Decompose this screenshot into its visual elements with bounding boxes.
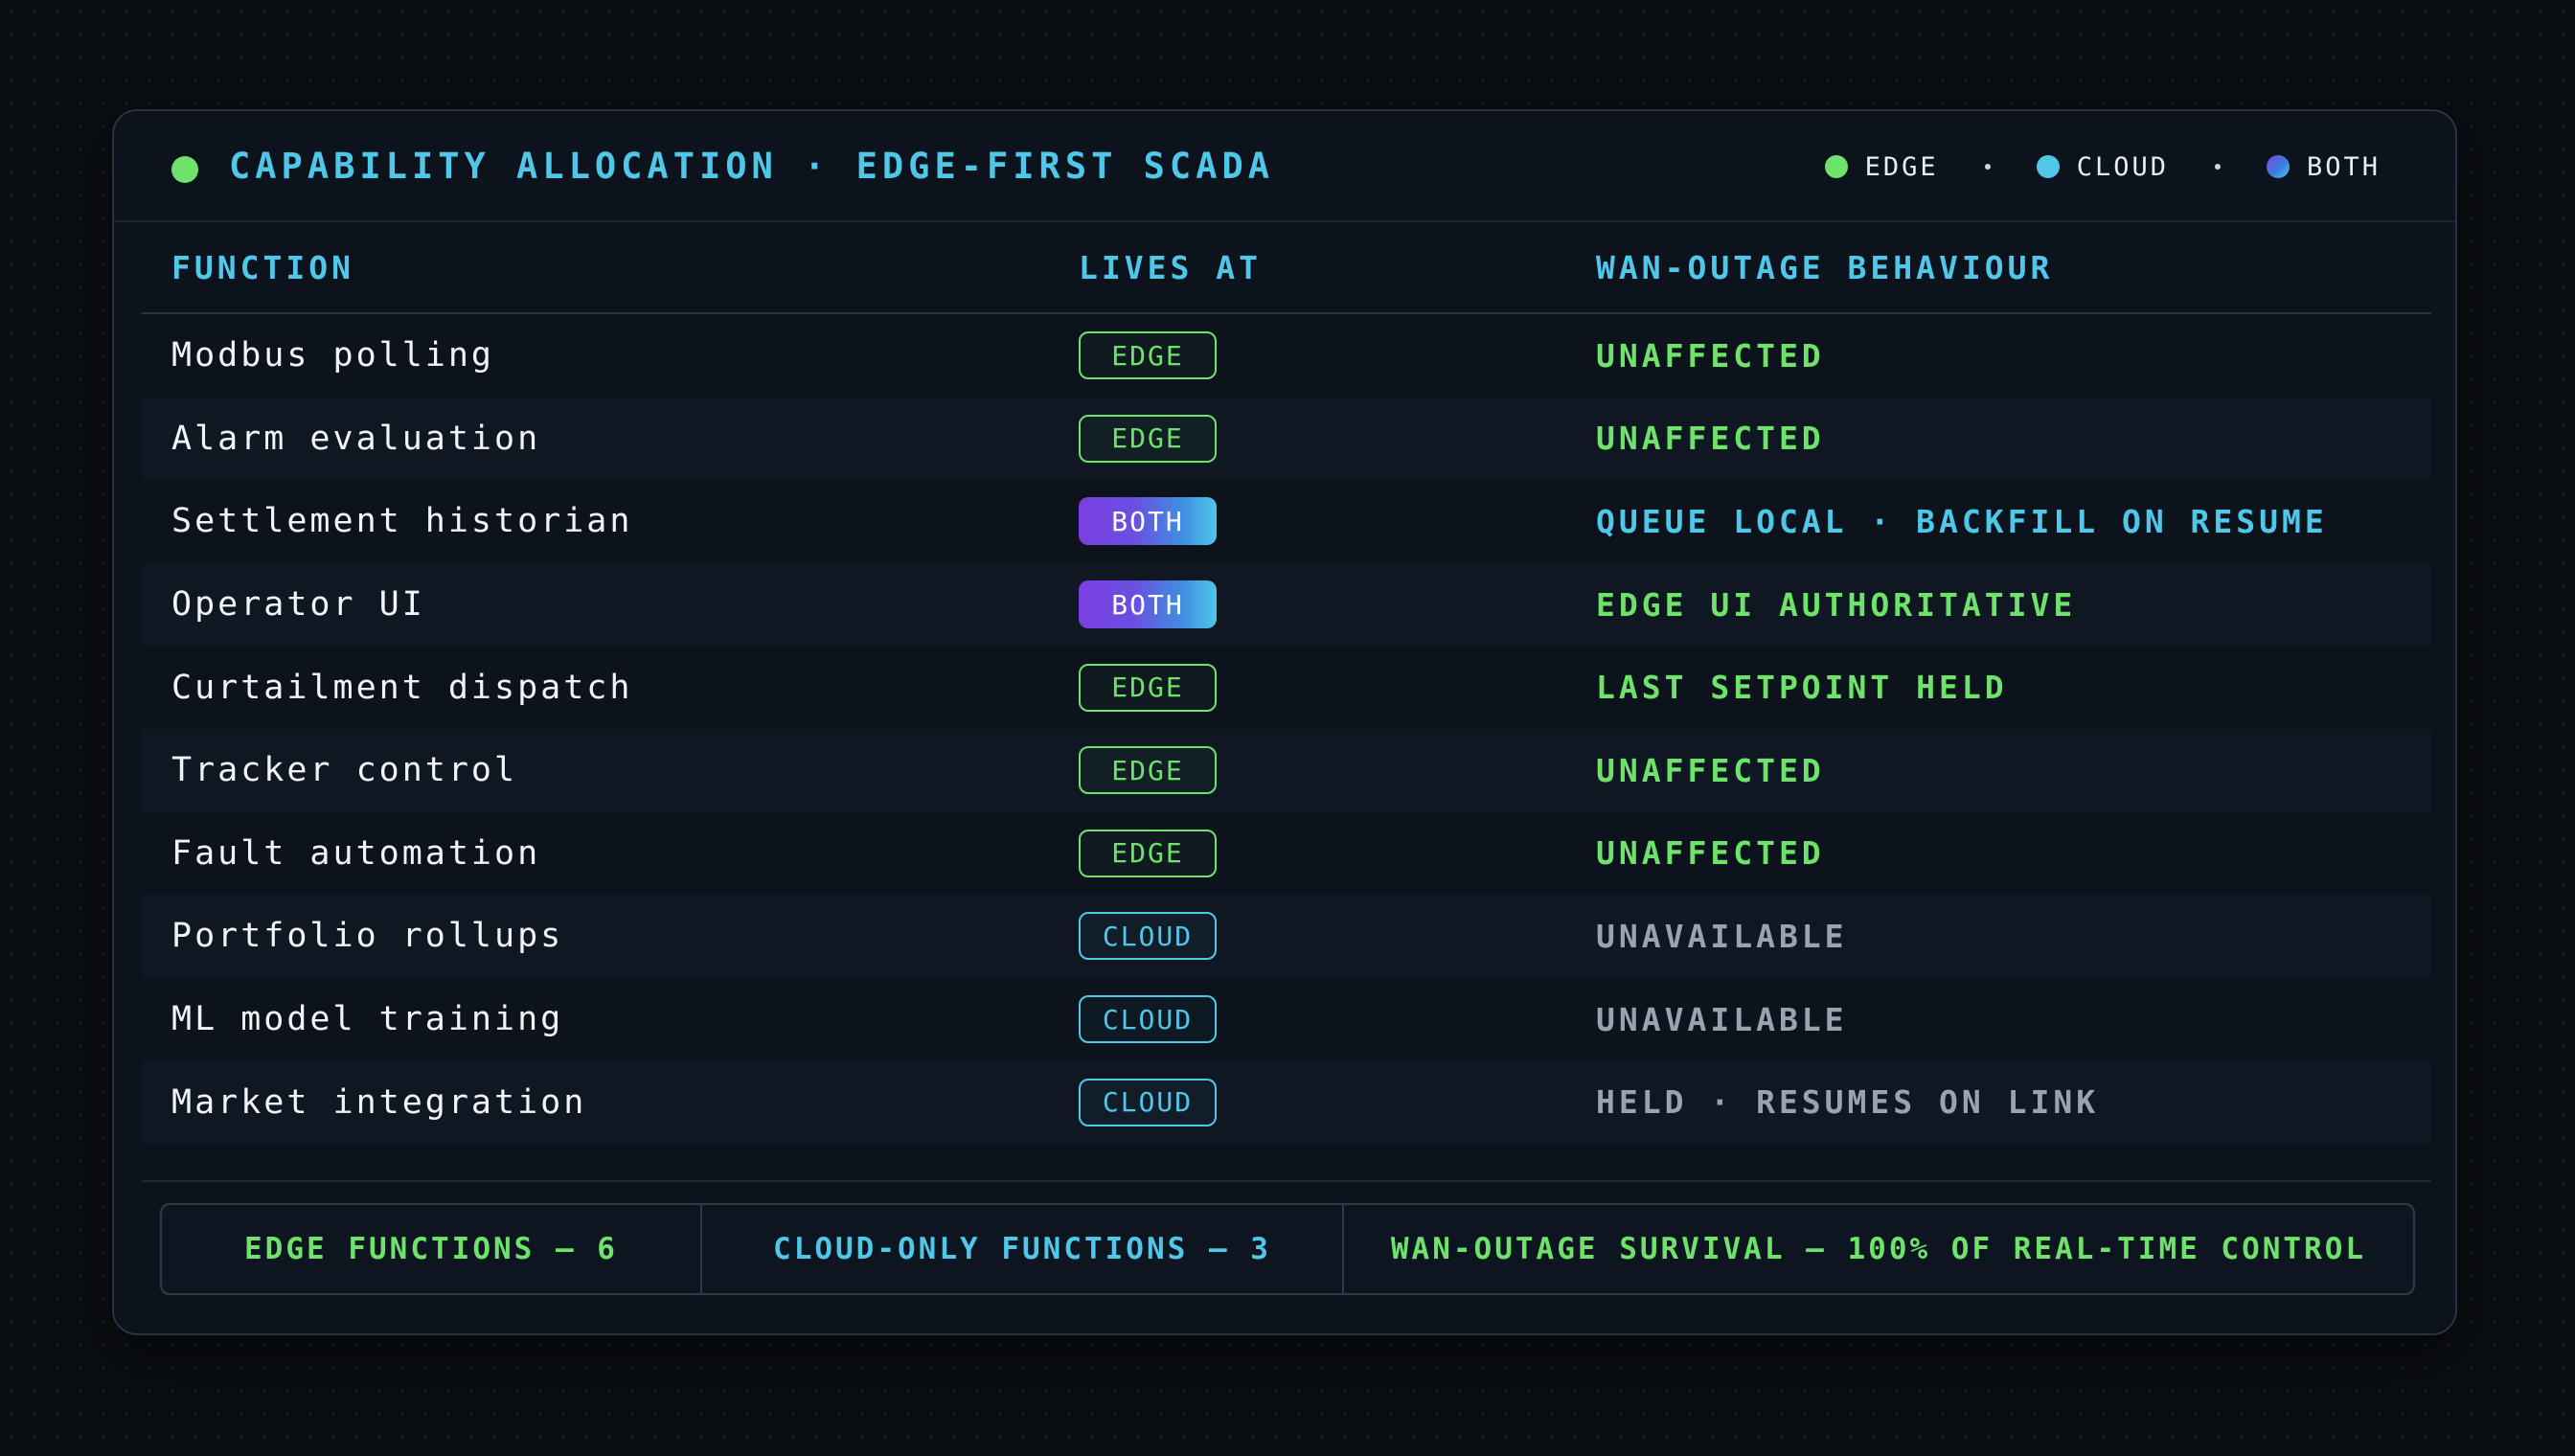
function-name: Fault automation bbox=[171, 833, 541, 873]
footer-divider bbox=[142, 1180, 2431, 1182]
status-dot-icon bbox=[171, 156, 198, 183]
location-badge: EDGE bbox=[1079, 414, 1217, 463]
edge-dot-icon bbox=[1824, 155, 1848, 178]
outage-behaviour: UNAFFECTED bbox=[1596, 420, 1825, 458]
allocation-table-body: Modbus polling EDGE UNAFFECTED Alarm eva… bbox=[142, 314, 2431, 1144]
table-row: Alarm evaluation EDGE UNAFFECTED bbox=[142, 397, 2431, 481]
outage-behaviour: UNAVAILABLE bbox=[1596, 917, 1848, 955]
table-row: Market integration CLOUD HELD · RESUMES … bbox=[142, 1060, 2431, 1144]
summary-wan-outage-survival: WAN-OUTAGE SURVIVAL — 100% OF REAL-TIME … bbox=[1390, 1232, 2367, 1266]
panel-title: CAPABILITY ALLOCATION · EDGE-FIRST SCADA bbox=[229, 146, 1275, 187]
function-name: Tracker control bbox=[171, 751, 518, 790]
table-row: Tracker control EDGE UNAFFECTED bbox=[142, 728, 2431, 812]
legend-item-cloud: CLOUD bbox=[2036, 151, 2169, 182]
column-header-lives-at: LIVES AT bbox=[1079, 249, 1262, 286]
location-badge: EDGE bbox=[1079, 829, 1217, 877]
legend-separator-icon bbox=[1984, 164, 1991, 170]
table-row: Operator UI BOTH EDGE UI AUTHORITATIVE bbox=[142, 562, 2431, 647]
outage-behaviour: LAST SETPOINT HELD bbox=[1596, 669, 2008, 707]
function-name: Settlement historian bbox=[171, 502, 633, 541]
legend-item-edge: EDGE bbox=[1824, 151, 1939, 182]
location-badge: EDGE bbox=[1079, 663, 1217, 712]
outage-behaviour: EDGE UI AUTHORITATIVE bbox=[1596, 585, 2077, 624]
column-header-wan-outage-behaviour: WAN-OUTAGE BEHAVIOUR bbox=[1596, 249, 2054, 286]
column-header-function: FUNCTION bbox=[171, 249, 354, 286]
location-badge: CLOUD bbox=[1079, 995, 1217, 1044]
panel-header: CAPABILITY ALLOCATION · EDGE-FIRST SCADA… bbox=[114, 111, 2455, 222]
location-badge: BOTH bbox=[1079, 580, 1217, 629]
legend-item-both: BOTH bbox=[2266, 151, 2381, 182]
outage-behaviour: HELD · RESUMES ON LINK bbox=[1596, 1083, 2100, 1122]
location-badge: CLOUD bbox=[1079, 912, 1217, 961]
legend-label-edge: EDGE bbox=[1864, 151, 1939, 182]
function-name: Alarm evaluation bbox=[171, 419, 541, 458]
function-name: ML model training bbox=[171, 1000, 564, 1039]
cloud-dot-icon bbox=[2036, 155, 2060, 178]
function-name: Operator UI bbox=[171, 585, 425, 625]
table-row: Settlement historian BOTH QUEUE LOCAL · … bbox=[142, 480, 2431, 563]
legend-label-both: BOTH bbox=[2306, 151, 2381, 182]
outage-behaviour: UNAFFECTED bbox=[1596, 834, 1825, 873]
location-badge: EDGE bbox=[1079, 331, 1217, 380]
capability-allocation-panel: CAPABILITY ALLOCATION · EDGE-FIRST SCADA… bbox=[112, 109, 2457, 1335]
summary-bar: EDGE FUNCTIONS — 6 CLOUD-ONLY FUNCTIONS … bbox=[160, 1203, 2415, 1295]
outage-behaviour: UNAVAILABLE bbox=[1596, 1000, 1848, 1038]
function-name: Curtailment dispatch bbox=[171, 668, 633, 707]
table-row: ML model training CLOUD UNAVAILABLE bbox=[142, 978, 2431, 1061]
summary-cloud-only-functions: CLOUD-ONLY FUNCTIONS — 3 bbox=[702, 1205, 1344, 1293]
location-badge: EDGE bbox=[1079, 746, 1217, 795]
outage-behaviour: UNAFFECTED bbox=[1596, 336, 1825, 375]
table-row: Portfolio rollups CLOUD UNAVAILABLE bbox=[142, 895, 2431, 978]
location-badge: CLOUD bbox=[1079, 1078, 1217, 1126]
table-row: Fault automation EDGE UNAFFECTED bbox=[142, 812, 2431, 896]
legend: EDGE CLOUD BOTH bbox=[1824, 111, 2381, 222]
location-badge: BOTH bbox=[1079, 497, 1217, 546]
legend-separator-icon bbox=[2214, 164, 2221, 170]
summary-edge-functions: EDGE FUNCTIONS — 6 bbox=[162, 1205, 702, 1293]
table-row: Modbus polling EDGE UNAFFECTED bbox=[142, 314, 2431, 398]
legend-label-cloud: CLOUD bbox=[2076, 151, 2169, 182]
function-name: Modbus polling bbox=[171, 336, 495, 375]
both-dot-icon bbox=[2266, 155, 2290, 178]
function-name: Portfolio rollups bbox=[171, 917, 564, 956]
function-name: Market integration bbox=[171, 1082, 587, 1122]
outage-behaviour: QUEUE LOCAL · BACKFILL ON RESUME bbox=[1596, 502, 2328, 540]
outage-behaviour: UNAFFECTED bbox=[1596, 751, 1825, 789]
table-row: Curtailment dispatch EDGE LAST SETPOINT … bbox=[142, 646, 2431, 729]
